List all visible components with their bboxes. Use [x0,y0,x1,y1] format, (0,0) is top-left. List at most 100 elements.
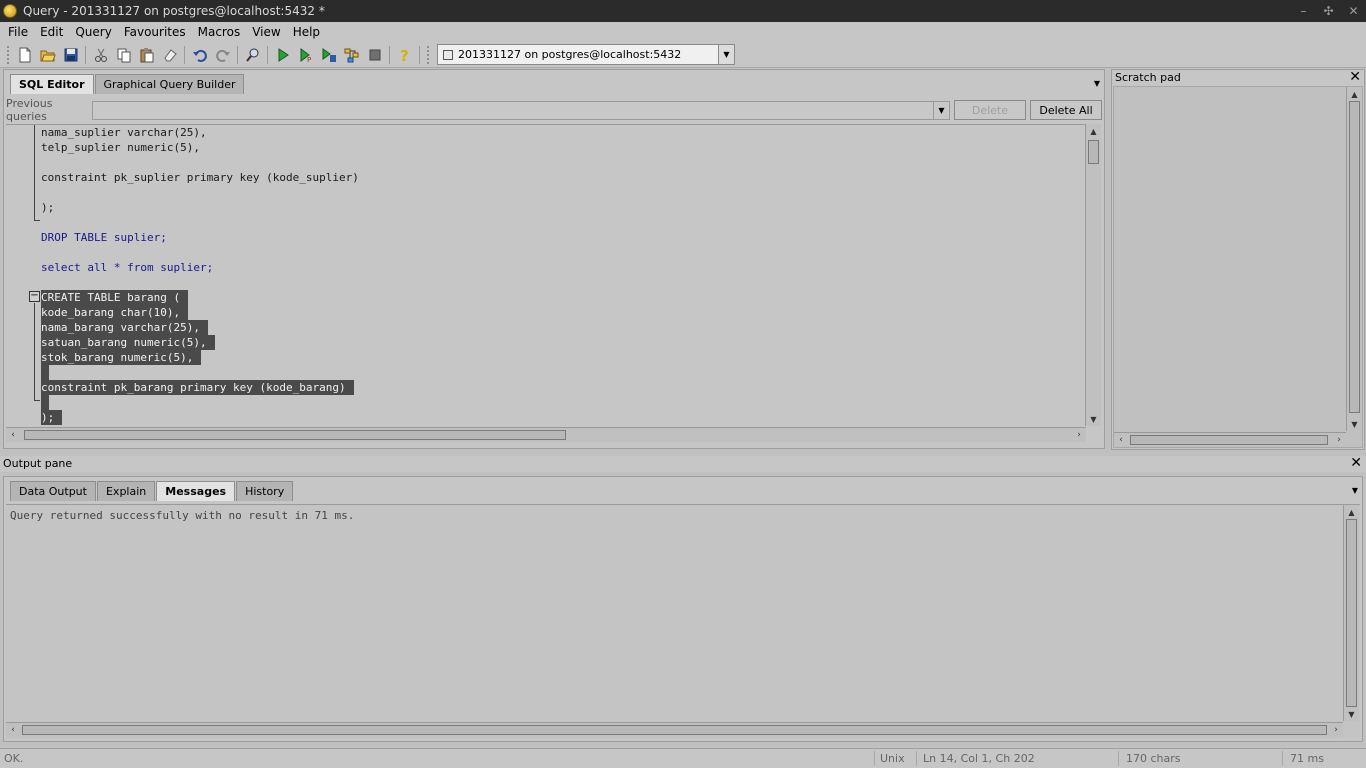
window-title: Query - 201331127 on postgres@localhost:… [23,4,325,18]
code-line-selected: nama_barang varchar(25), [41,320,208,335]
scratch-pad-textarea[interactable]: ▲ ▼ ‹ › [1113,86,1363,448]
clear-icon[interactable] [158,44,181,66]
toolbar-grip[interactable] [426,44,430,65]
output-pane-close-icon[interactable]: ✕ [1350,455,1362,471]
chevron-down-icon[interactable]: ▼ [718,45,734,64]
tab-menu-arrow-icon[interactable]: ▼ [1352,486,1358,495]
scroll-left-arrow-icon[interactable]: ‹ [6,428,20,442]
copy-icon[interactable] [112,44,135,66]
menu-macros[interactable]: Macros [192,22,247,42]
sql-code-editor[interactable]: − nama_suplier varchar(25), telp_suplier… [6,124,1086,426]
close-button[interactable]: ✕ [1341,0,1366,22]
scroll-left-arrow-icon[interactable]: ‹ [1114,433,1128,447]
scroll-thumb[interactable] [1346,519,1357,707]
menu-edit[interactable]: Edit [34,22,69,42]
menu-favourites[interactable]: Favourites [118,22,192,42]
status-line-endings: Unix [880,752,905,765]
code-line: ); [41,201,55,214]
title-bar: Query - 201331127 on postgres@localhost:… [0,0,1366,22]
undo-icon[interactable] [188,44,211,66]
paste-icon[interactable] [135,44,158,66]
scroll-up-arrow-icon[interactable]: ▲ [1347,87,1362,101]
code-line-selected: CREATE TABLE barang ( [41,290,189,305]
sql-editor-pane: SQL Editor Graphical Query Builder ▼ Pre… [3,69,1105,449]
tab-messages[interactable]: Messages [156,481,236,501]
execute-to-file-icon[interactable] [317,44,340,66]
fold-guide-end [34,220,40,221]
tab-menu-arrow-icon[interactable]: ▼ [1094,79,1100,88]
editor-horizontal-scrollbar[interactable]: ‹ › [6,427,1086,442]
tab-explain[interactable]: Explain [96,481,156,501]
elephant-app-icon [3,4,17,18]
tab-graphical-query-builder[interactable]: Graphical Query Builder [94,74,245,94]
connection-select[interactable]: 201331127 on postgres@localhost:5432 ▼ [437,44,735,65]
scratch-pad-title: Scratch pad [1115,71,1181,84]
help-icon[interactable]: ? [393,44,416,66]
toolbar-grip[interactable] [6,44,10,65]
scroll-thumb[interactable] [1349,101,1360,413]
fold-guide [34,125,35,220]
toolbar-separator [267,45,268,64]
delete-all-button[interactable]: Delete All [1030,100,1102,120]
scroll-left-arrow-icon[interactable]: ‹ [6,723,20,737]
fold-guide [34,303,35,400]
scroll-up-arrow-icon[interactable]: ▲ [1086,124,1101,138]
svg-text:?: ? [400,47,409,63]
previous-queries-row: Previous queries ▼ Delete Delete All [6,97,1104,123]
toolbar-separator [389,45,390,64]
output-pane-title: Output pane [3,457,73,470]
scroll-thumb[interactable] [1088,140,1099,164]
new-icon[interactable] [13,44,36,66]
restore-button[interactable]: ✣ [1316,0,1341,22]
execute-pgscript-icon[interactable]: P [294,44,317,66]
tab-sql-editor[interactable]: SQL Editor [10,74,94,94]
scratch-vertical-scrollbar[interactable]: ▲ ▼ [1346,87,1362,431]
scroll-right-arrow-icon[interactable]: › [1329,723,1343,737]
find-icon[interactable] [241,44,264,66]
fold-toggle-icon[interactable]: − [29,291,40,302]
scroll-right-arrow-icon[interactable]: › [1072,428,1086,442]
execute-icon[interactable] [271,44,294,66]
scroll-down-arrow-icon[interactable]: ▼ [1086,412,1101,426]
tab-history[interactable]: History [236,481,294,501]
cut-icon[interactable] [89,44,112,66]
menu-file[interactable]: File [2,22,34,42]
tab-data-output[interactable]: Data Output [10,481,96,501]
scroll-thumb[interactable] [22,725,1327,735]
explain-icon[interactable] [340,44,363,66]
scratch-horizontal-scrollbar[interactable]: ‹ › [1114,432,1346,447]
scroll-right-arrow-icon[interactable]: › [1332,433,1346,447]
menu-view[interactable]: View [246,22,286,42]
output-horizontal-scrollbar[interactable]: ‹ › [6,722,1343,737]
scroll-down-arrow-icon[interactable]: ▼ [1347,417,1362,431]
toolbar-separator [85,45,86,64]
code-line-selected: constraint pk_barang primary key (kode_b… [41,380,354,395]
scratch-pad-close-icon[interactable]: ✕ [1349,69,1361,85]
cancel-icon[interactable] [363,44,386,66]
previous-queries-select[interactable]: ▼ [92,100,950,120]
code-line: telp_suplier numeric(5), [41,141,200,154]
output-pane-header: Output pane ✕ [0,455,1366,472]
editor-vertical-scrollbar[interactable]: ▲ ▼ [1085,124,1101,426]
menu-query[interactable]: Query [69,22,117,42]
code-line-selected: satuan_barang numeric(5), [41,335,215,350]
status-bar: OK. Unix Ln 14, Col 1, Ch 202 170 chars … [0,748,1366,768]
open-icon[interactable] [36,44,59,66]
code-line-selected [41,365,49,380]
scroll-up-arrow-icon[interactable]: ▲ [1344,505,1359,519]
scroll-thumb[interactable] [24,430,566,440]
save-icon[interactable] [59,44,82,66]
menu-help[interactable]: Help [287,22,326,42]
code-line-selected [41,395,49,410]
code-line: nama_suplier varchar(25), [41,126,207,139]
scroll-down-arrow-icon[interactable]: ▼ [1344,707,1359,721]
delete-button[interactable]: Delete [954,100,1026,120]
redo-icon[interactable] [211,44,234,66]
status-query-time: 71 ms [1290,752,1324,765]
window-controls: – ✣ ✕ [1291,0,1366,22]
scroll-thumb[interactable] [1130,435,1328,445]
messages-area[interactable]: Query returned successfully with no resu… [6,504,1360,738]
output-vertical-scrollbar[interactable]: ▲ ▼ [1343,505,1359,721]
minimize-button[interactable]: – [1291,0,1316,22]
chevron-down-icon[interactable]: ▼ [933,101,949,119]
